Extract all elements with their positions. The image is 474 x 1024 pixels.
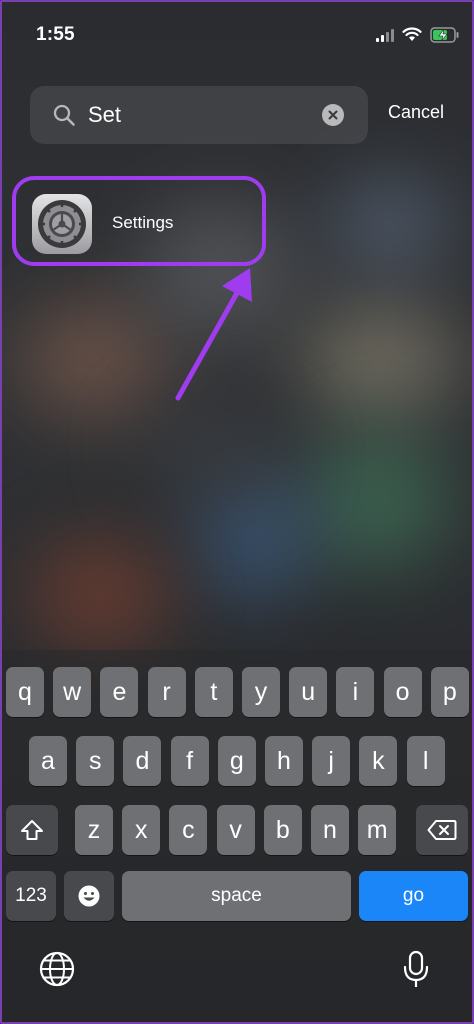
key-h[interactable]: h: [265, 736, 303, 786]
spotlight-search-row: Cancel: [30, 86, 474, 144]
key-n[interactable]: n: [311, 805, 349, 855]
settings-label: Settings: [112, 213, 174, 232]
key-s[interactable]: s: [76, 736, 115, 786]
key-e[interactable]: e: [100, 667, 139, 717]
key-i[interactable]: i: [336, 667, 375, 717]
emoji-key[interactable]: [64, 871, 114, 921]
wifi-icon: [402, 27, 422, 41]
annotation-arrow-icon: [175, 268, 252, 401]
key-a[interactable]: a: [29, 736, 67, 786]
search-icon: [53, 104, 75, 126]
cellular-signal-icon: [376, 28, 394, 42]
globe-icon[interactable]: [38, 950, 76, 988]
cancel-button[interactable]: Cancel: [388, 102, 444, 123]
search-result-settings[interactable]: Settings: [12, 176, 266, 266]
key-o[interactable]: o: [383, 667, 422, 717]
key-j[interactable]: j: [312, 736, 351, 786]
key-m[interactable]: m: [358, 805, 397, 855]
space-key[interactable]: space: [122, 871, 351, 921]
key-z[interactable]: z: [75, 805, 113, 855]
key-y[interactable]: y: [242, 667, 280, 717]
go-key[interactable]: go: [359, 871, 468, 921]
search-input[interactable]: [88, 96, 308, 134]
shift-icon: [21, 820, 43, 840]
status-time: 1:55: [36, 24, 75, 45]
key-k[interactable]: k: [359, 736, 398, 786]
key-f[interactable]: f: [170, 736, 209, 786]
key-d[interactable]: d: [123, 736, 162, 786]
key-g[interactable]: g: [217, 736, 256, 786]
status-bar: 1:55: [0, 0, 474, 70]
battery-charging-icon: [430, 27, 459, 43]
delete-icon: [427, 820, 457, 840]
key-q[interactable]: q: [6, 667, 44, 717]
search-field[interactable]: [30, 86, 368, 144]
key-u[interactable]: u: [289, 667, 328, 717]
key-w[interactable]: w: [53, 667, 92, 717]
key-v[interactable]: v: [216, 805, 255, 855]
numbers-key[interactable]: 123: [6, 871, 56, 921]
delete-key[interactable]: [416, 805, 468, 855]
key-c[interactable]: c: [169, 805, 208, 855]
emoji-icon: [78, 885, 100, 907]
microphone-icon[interactable]: [402, 950, 430, 990]
key-r[interactable]: r: [147, 667, 186, 717]
key-b[interactable]: b: [263, 805, 302, 855]
key-p[interactable]: p: [430, 667, 469, 717]
key-t[interactable]: t: [194, 667, 233, 717]
key-l[interactable]: l: [406, 736, 445, 786]
key-x[interactable]: x: [122, 805, 161, 855]
settings-gear-icon: [32, 194, 92, 254]
shift-key[interactable]: [6, 805, 58, 855]
clear-text-icon[interactable]: [322, 104, 344, 126]
